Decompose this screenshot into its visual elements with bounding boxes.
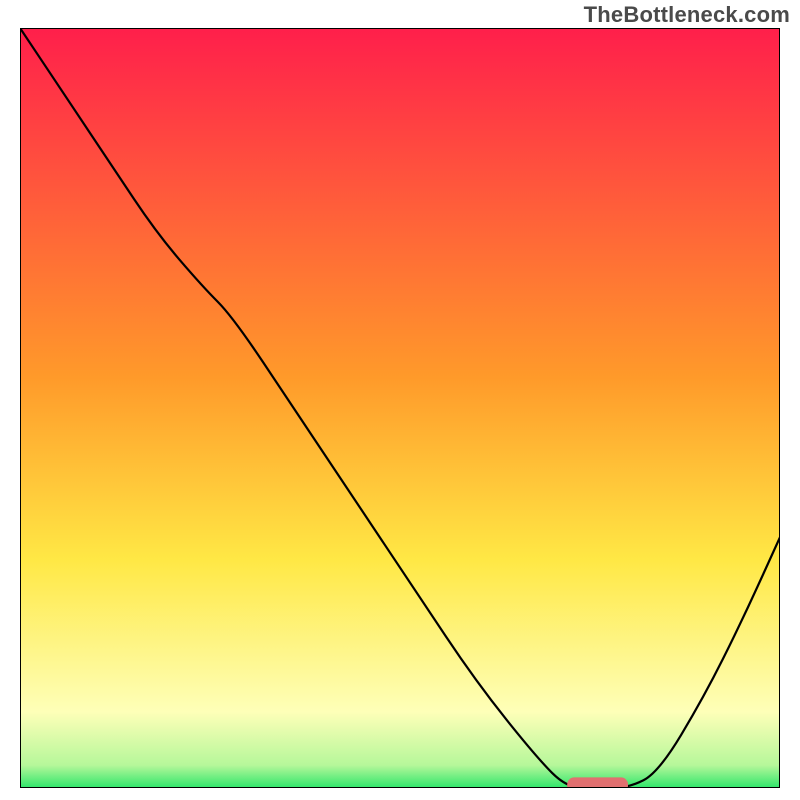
chart-background: [20, 28, 780, 788]
bottleneck-chart: TheBottleneck.com: [0, 0, 800, 800]
optimal-marker: [567, 777, 628, 788]
chart-canvas: [20, 28, 780, 788]
watermark-label: TheBottleneck.com: [584, 2, 790, 28]
